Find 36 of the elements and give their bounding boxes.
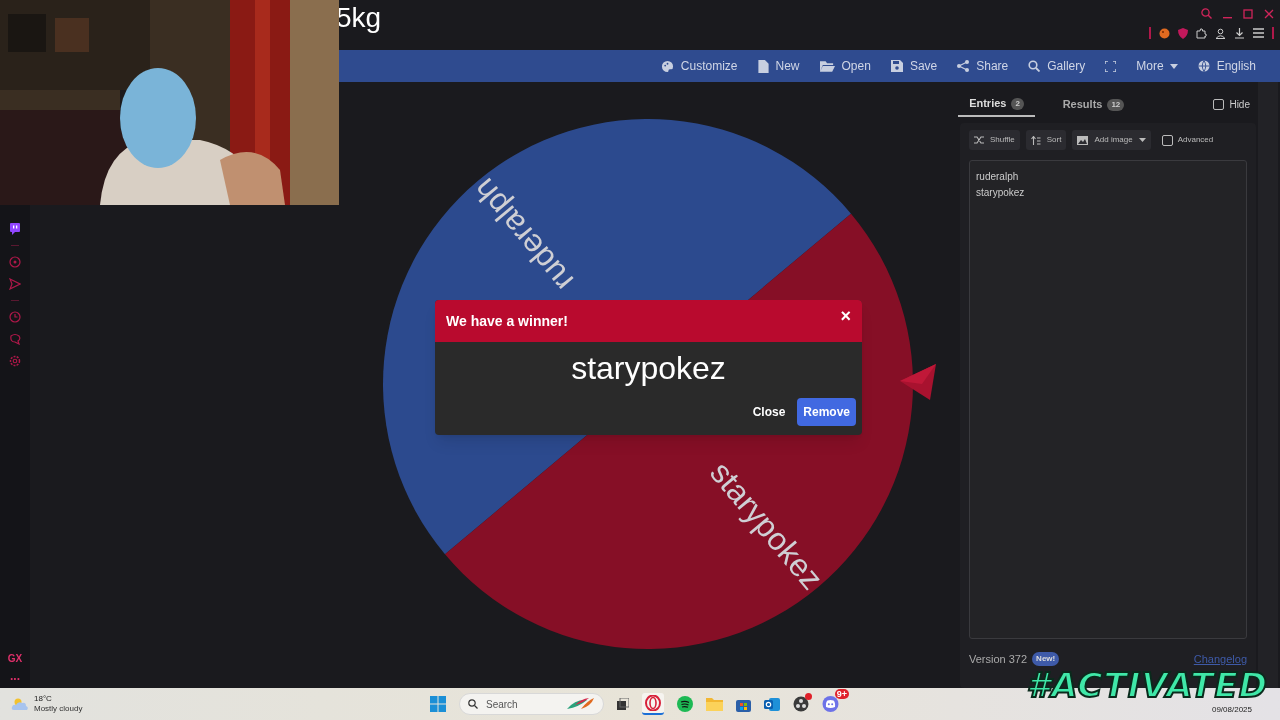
page-title: 5kg [336,4,382,35]
version-label: Version 372 [969,652,1028,667]
toolbar-button[interactable]: Share [947,50,1019,82]
more-options[interactable]: ... [10,670,20,682]
winner-name: starypokez [571,352,726,384]
entry-line: starypokez [976,186,1026,200]
panel-tab[interactable]: Results 12 [1055,92,1132,117]
add-image-button[interactable]: Add image [1072,130,1151,150]
sidebar-label[interactable]: GX [7,651,23,666]
toolbar-button[interactable]: Customize [650,50,748,82]
toolbar-button[interactable]: Save [880,50,948,82]
entries-field[interactable]: ruderalph starypokez [969,160,1247,639]
shuffle-button[interactable]: Shuffle [969,130,1020,150]
weather-temperature: 18°C [34,694,53,704]
taskbar-search-field[interactable]: Search [459,693,604,715]
entry-line: ruderalph [976,170,1020,184]
taskbar-date: 09/08/2025 [1211,704,1252,716]
notification-badge: 9+ [834,689,849,699]
dialog-title: We have a winner! [446,311,568,331]
more-menu-button[interactable]: More [1126,50,1188,82]
hide-toggle[interactable]: Hide [1213,97,1258,112]
toolbar-button[interactable]: Gallery [1018,50,1096,82]
remove-button[interactable]: Remove [797,398,856,426]
search-placeholder: Search [486,697,519,712]
weather-condition: Mostly cloudy [34,704,83,714]
count-badge: 2 [1011,97,1024,110]
toolbar-button[interactable]: Open [809,50,881,82]
language-button[interactable]: English [1187,50,1270,82]
advanced-toggle[interactable]: Advanced [1161,134,1214,146]
close-button[interactable]: × [840,307,851,325]
dialog-close-button[interactable]: Close [746,398,792,426]
sort-button[interactable]: Sort [1025,130,1067,150]
toolbar-button[interactable]: New [747,50,810,82]
panel-tab[interactable]: Entries 2 [958,92,1035,117]
count-badge: 12 [1107,98,1125,111]
new-badge: New! [1032,652,1060,667]
